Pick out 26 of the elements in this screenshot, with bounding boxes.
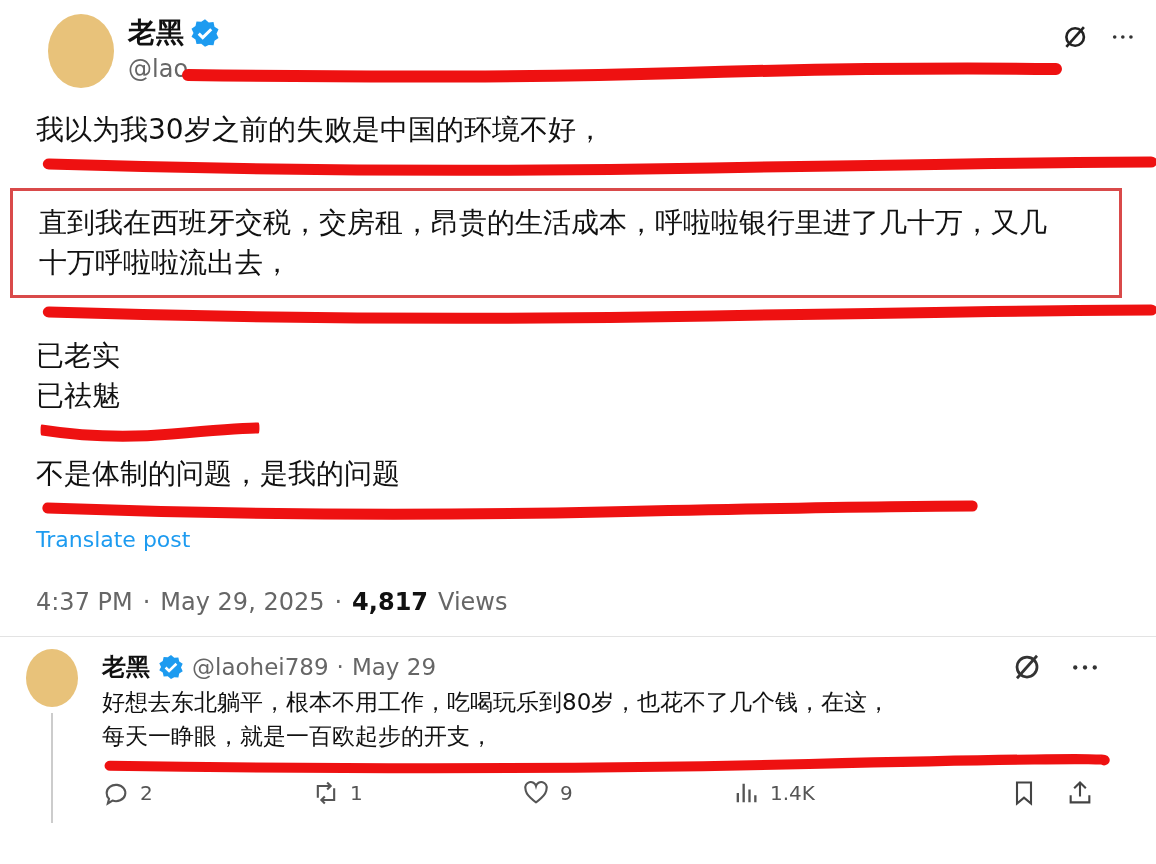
post-text: 不是体制的问题，是我的问题	[36, 456, 401, 492]
reply-text: 每天一睁眼，就是一百欧起步的开支，	[102, 722, 494, 751]
view-count: 4,817	[352, 588, 429, 616]
view-count: 1.4K	[770, 781, 815, 805]
post-text: 已祛魅	[36, 378, 121, 414]
more-icon[interactable]	[1112, 32, 1134, 42]
separator-dot: ·	[334, 588, 343, 616]
repost-count: 1	[350, 781, 363, 805]
reply-date[interactable]: May 29	[351, 654, 437, 680]
author-name[interactable]: 老黑	[128, 14, 184, 52]
author-name[interactable]: 老黑	[102, 651, 150, 683]
post-text: 我以为我30岁之前的失败是中国的环境不好，	[36, 112, 605, 148]
separator-dot: ·	[336, 654, 344, 680]
author-handle[interactable]: @laohei789	[192, 654, 329, 680]
post-date[interactable]: May 29, 2025	[160, 588, 325, 616]
translate-link[interactable]: Translate post	[36, 527, 191, 552]
views-label: Views	[438, 588, 508, 616]
more-icon[interactable]	[1072, 662, 1098, 672]
separator-dot: ·	[142, 588, 151, 616]
post-text: 已老实	[36, 338, 121, 374]
reply-count: 2	[140, 781, 153, 805]
reply-text: 好想去东北躺平，根本不用工作，吃喝玩乐到80岁，也花不了几个钱，在这，	[102, 688, 892, 717]
like-count: 9	[560, 781, 573, 805]
author-handle[interactable]: @lao	[128, 55, 189, 83]
post-text: 直到我在西班牙交税，交房租，昂贵的生活成本，呼啦啦银行里进了几十万，又几十万呼啦啦流出去，	[39, 205, 1048, 281]
post-time[interactable]: 4:37 PM	[36, 588, 133, 616]
